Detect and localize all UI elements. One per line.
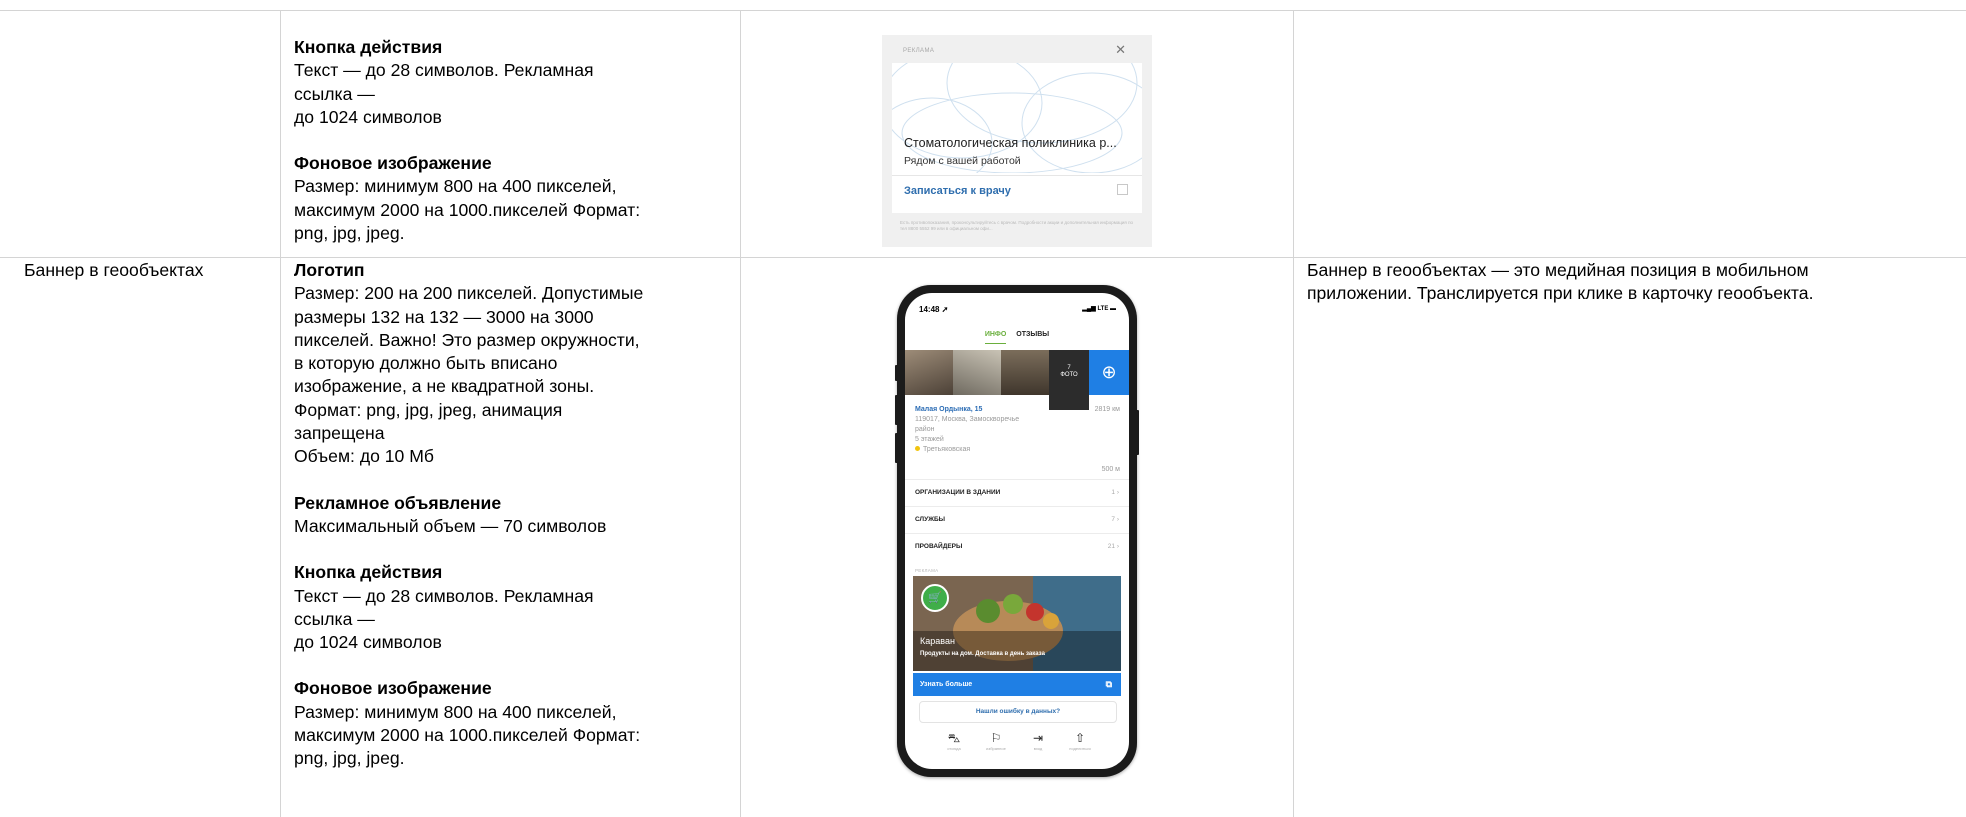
column-divider bbox=[1293, 10, 1294, 817]
route-button[interactable]: ⛍ отсюда bbox=[939, 731, 969, 761]
ad-divider bbox=[892, 175, 1142, 176]
entrance-button[interactable]: ⇥ вход bbox=[1023, 731, 1053, 761]
list-item[interactable]: ПРОВАЙДЕРЫ 21 › bbox=[905, 533, 1129, 560]
address-distance: 2819 км bbox=[1094, 406, 1120, 413]
requirements-cell: Логотип Размер: 200 на 200 пикселей. Доп… bbox=[294, 259, 734, 771]
phone-mockup: 14:48 ➚ ▂▄▆ LTE ▬ ИНФО ОТЗЫВЫ 7 ФОТО ⊕ М… bbox=[895, 285, 1139, 777]
tab-info[interactable]: ИНФО bbox=[984, 331, 1007, 344]
column-divider bbox=[280, 10, 281, 817]
list-item[interactable]: СЛУЖБЫ 7 › bbox=[905, 506, 1129, 533]
promo-banner-image[interactable]: 🛒 Караван Продукты на дом. Доставка в де… bbox=[913, 576, 1121, 671]
requirement-text: Текст — до 28 символов. Рекламная ссылка… bbox=[294, 585, 594, 653]
requirements-cell: Кнопка действия Текст — до 28 символов. … bbox=[294, 36, 734, 245]
share-button[interactable]: ⇧ поделиться bbox=[1065, 731, 1095, 761]
ad-cta-button[interactable]: Записаться к врачу bbox=[904, 185, 1011, 197]
requirement-title: Фоновое изображение bbox=[294, 678, 492, 699]
ad-label: РЕКЛАМА bbox=[903, 48, 935, 54]
building-photo[interactable] bbox=[953, 350, 1001, 395]
requirement-section: Рекламное объявление Максимальный объем … bbox=[294, 492, 734, 539]
promo-subtitle: Продукты на дом. Доставка в день заказа bbox=[920, 651, 1045, 657]
camera-add-icon[interactable]: ⊕ bbox=[1089, 350, 1129, 395]
phone-side-button bbox=[895, 395, 898, 425]
building-photo[interactable] bbox=[905, 350, 953, 395]
ad-preview-body: Стоматологическая поликлиника р... Рядом… bbox=[892, 63, 1142, 213]
column-divider bbox=[740, 10, 741, 817]
ad-subtitle: Рядом с вашей работой bbox=[904, 155, 1021, 167]
address-title[interactable]: Малая Ордынка, 15 bbox=[915, 405, 1120, 415]
requirement-section: Фоновое изображение Размер: минимум 800 … bbox=[294, 152, 734, 245]
list-item[interactable]: ОРГАНИЗАЦИИ В ЗДАНИИ 1 › bbox=[905, 479, 1129, 506]
promo-cta-button[interactable]: Узнать больше ⧉ bbox=[913, 673, 1121, 696]
phone-side-button bbox=[1136, 410, 1139, 455]
position-name-cell: Баннер в геообъектах bbox=[24, 259, 274, 282]
position-description: Баннер в геообъектах — это медийная пози… bbox=[1307, 260, 1814, 304]
metro-station: Третьяковская bbox=[915, 445, 1120, 455]
building-photo[interactable] bbox=[1001, 350, 1049, 395]
external-link-icon bbox=[1117, 184, 1128, 195]
row-divider bbox=[0, 257, 1966, 258]
share-icon: ⇧ bbox=[1074, 731, 1086, 745]
requirement-section: Кнопка действия Текст — до 28 символов. … bbox=[294, 36, 734, 129]
status-network: ▂▄▆ LTE ▬ bbox=[1082, 306, 1116, 312]
route-icon: ⛍ bbox=[947, 731, 961, 745]
ad-title: Стоматологическая поликлиника р... bbox=[904, 136, 1117, 150]
phone-side-button bbox=[895, 365, 898, 381]
report-error-button[interactable]: Нашли ошибку в данных? bbox=[919, 701, 1117, 723]
phone-screen: 14:48 ➚ ▂▄▆ LTE ▬ ИНФО ОТЗЫВЫ 7 ФОТО ⊕ М… bbox=[905, 293, 1129, 769]
metro-distance: 500 м bbox=[1101, 466, 1120, 473]
promo-title: Караван bbox=[920, 636, 955, 646]
description-cell: Баннер в геообъектах — это медийная пози… bbox=[1307, 259, 1957, 306]
requirement-text: Текст — до 28 символов. Рекламная ссылка… bbox=[294, 60, 594, 127]
position-name: Баннер в геообъектах bbox=[24, 260, 204, 280]
address-lines: 119017, Москва, Замоскворечье район 5 эт… bbox=[915, 416, 1020, 443]
phone-side-button bbox=[895, 433, 898, 463]
list-item-count: 7 › bbox=[1111, 516, 1119, 523]
cart-logo-icon: 🛒 bbox=[921, 584, 949, 612]
table-border-top bbox=[0, 10, 1966, 11]
requirement-title: Логотип bbox=[294, 260, 365, 280]
requirement-title: Рекламное объявление bbox=[294, 492, 502, 513]
requirement-text: Размер: 200 на 200 пикселей. Допустимые … bbox=[294, 283, 644, 467]
photo-count[interactable]: 7 ФОТО bbox=[1049, 350, 1089, 410]
requirement-title: Кнопка действия bbox=[294, 37, 443, 57]
bottom-toolbar: ⛍ отсюда ⚐ избранное ⇥ вход ⇧ поделиться bbox=[905, 731, 1129, 761]
external-link-icon: ⧉ bbox=[1105, 679, 1112, 689]
requirement-title: Фоновое изображение bbox=[294, 153, 492, 174]
tab-bar: ИНФО ОТЗЫВЫ bbox=[905, 331, 1129, 344]
requirement-title: Кнопка действия bbox=[294, 562, 443, 583]
bookmark-button[interactable]: ⚐ избранное bbox=[981, 731, 1011, 761]
info-list: ОРГАНИЗАЦИИ В ЗДАНИИ 1 › СЛУЖБЫ 7 › ПРОВ… bbox=[905, 479, 1129, 560]
network-label: LTE bbox=[1097, 306, 1109, 312]
requirement-text: Максимальный объем — 70 символов bbox=[294, 515, 607, 536]
ad-disclaimer: Есть противопоказания, проконсультируйте… bbox=[900, 220, 1134, 231]
ad-preview-card: РЕКЛАМА ✕ Стоматологическая поликлиника … bbox=[882, 35, 1152, 247]
promo-cta-label: Узнать больше bbox=[920, 681, 973, 688]
promo-label: РЕКЛАМА bbox=[915, 568, 939, 573]
requirement-text: Размер: минимум 800 на 400 пикселей, мак… bbox=[294, 701, 641, 769]
list-item-count: 21 › bbox=[1107, 543, 1119, 550]
requirement-section: Кнопка действия Текст — до 28 символов. … bbox=[294, 561, 734, 654]
spec-table: Кнопка действия Текст — до 28 символов. … bbox=[0, 0, 1966, 817]
metro-icon bbox=[915, 446, 920, 451]
close-icon[interactable]: ✕ bbox=[1115, 42, 1126, 58]
requirement-section: Фоновое изображение Размер: минимум 800 … bbox=[294, 677, 734, 770]
status-time: 14:48 ➚ bbox=[919, 305, 949, 314]
address-block: Малая Ордынка, 15 2819 км 119017, Москва… bbox=[915, 405, 1120, 473]
list-item-count: 1 › bbox=[1111, 489, 1119, 496]
requirement-text: Размер: минимум 800 на 400 пикселей, мак… bbox=[294, 176, 641, 244]
photo-strip[interactable]: 7 ФОТО ⊕ bbox=[905, 350, 1129, 410]
bookmark-icon: ⚐ bbox=[990, 731, 1002, 745]
entrance-icon: ⇥ bbox=[1032, 731, 1044, 745]
tab-reviews[interactable]: ОТЗЫВЫ bbox=[1016, 331, 1049, 338]
requirement-section: Логотип Размер: 200 на 200 пикселей. Доп… bbox=[294, 259, 734, 469]
